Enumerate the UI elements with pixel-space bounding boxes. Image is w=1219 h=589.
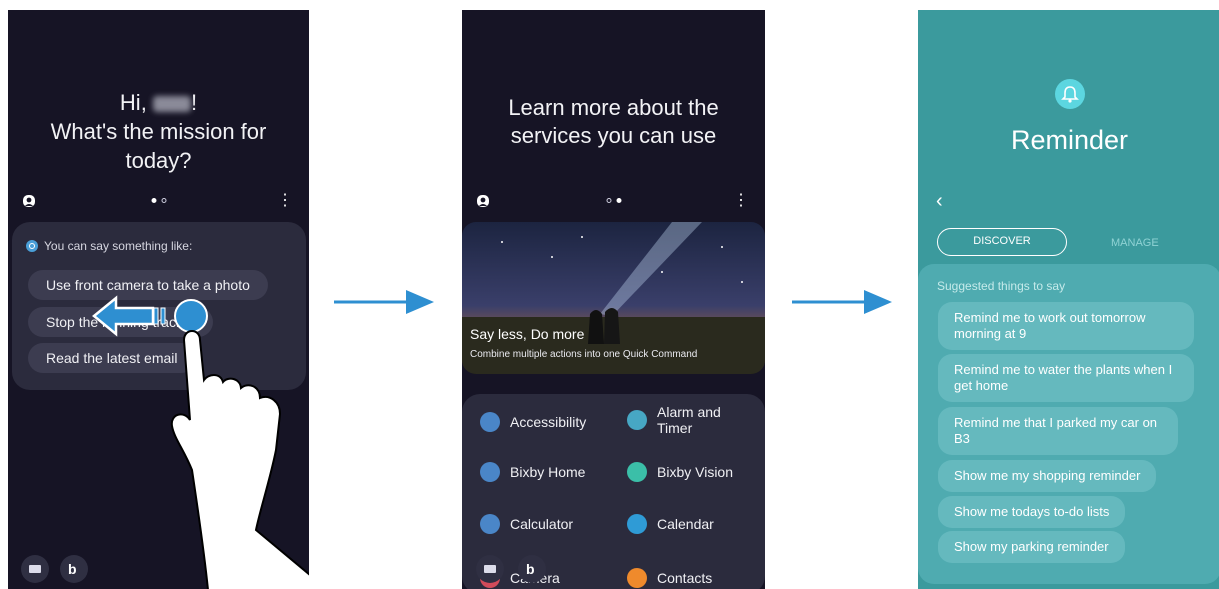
service-label: Bixby Home [510, 464, 586, 480]
phrase-chip[interactable]: Remind me that I parked my car on B3 [938, 407, 1178, 455]
reminder-title: Reminder [1010, 125, 1129, 155]
suggested-title: Suggested things to say [937, 279, 1066, 293]
services-list: Accessibility Alarm and Timer Bixby Home… [462, 394, 765, 589]
arrow-right-icon [406, 290, 434, 314]
more-options-icon[interactable]: ⋮ [733, 192, 749, 210]
services-title-line2: services you can use [510, 123, 717, 148]
bixby-vision-icon [627, 462, 647, 482]
accessibility-icon [480, 412, 500, 432]
alarm-clock-icon [627, 410, 647, 430]
suggested-phrases-card: Suggested things to say Remind me to wor… [918, 264, 1219, 584]
calculator-icon [480, 514, 500, 534]
service-label: Alarm and Timer [657, 404, 721, 436]
service-bixby-home[interactable]: Bixby Home [480, 462, 585, 482]
keyboard-icon [484, 565, 496, 573]
touch-point-icon [174, 299, 208, 333]
tab-discover[interactable]: DISCOVER [937, 228, 1067, 256]
bixby-voice-button[interactable]: b [518, 555, 546, 583]
contacts-icon [627, 568, 647, 588]
quick-command-banner[interactable]: Say less, Do more Combine multiple actio… [462, 222, 765, 374]
top-bar: ⋮ [462, 192, 765, 212]
service-label: Bixby Vision [657, 464, 734, 480]
phrase-chip[interactable]: Show me todays to-do lists [938, 496, 1126, 528]
transition-arrow-1 [334, 290, 434, 314]
swipe-left-arrow-icon [92, 295, 166, 337]
service-accessibility[interactable]: Accessibility [480, 412, 586, 432]
service-label: Contacts [657, 570, 713, 586]
keyboard-button[interactable] [476, 555, 504, 583]
phrase-chip[interactable]: Remind me to work out tomorrow morning a… [938, 302, 1194, 350]
hand-pointer-icon [170, 330, 309, 589]
banner-title: Say less, Do more [470, 326, 585, 342]
services-title-line1: Learn more about the [508, 95, 719, 120]
phrase-chip[interactable]: Remind me to water the plants when I get… [938, 354, 1194, 402]
service-calculator[interactable]: Calculator [480, 514, 573, 534]
service-calendar[interactable]: Calendar [627, 514, 714, 534]
service-bixby-vision[interactable]: Bixby Vision [627, 462, 733, 482]
profile-icon[interactable] [476, 194, 490, 208]
services-title: Learn more about the services you can us… [462, 94, 765, 150]
phrase-chip[interactable]: Show my parking reminder [938, 531, 1125, 563]
services-screen: Learn more about the services you can us… [462, 10, 765, 589]
phrase-chip[interactable]: Show me my shopping reminder [938, 460, 1157, 492]
arrow-right-icon [864, 290, 892, 314]
service-label: Calendar [657, 516, 714, 532]
reminder-bell-icon [1055, 79, 1085, 109]
page-indicator [606, 198, 621, 203]
page-dot-2 [616, 198, 621, 203]
service-alarm-timer[interactable]: Alarm and Timer [627, 404, 757, 436]
back-chevron-icon[interactable]: ‹ [936, 190, 943, 213]
transition-arrow-2 [792, 290, 892, 314]
tab-manage[interactable]: MANAGE [1111, 237, 1159, 249]
bixby-b-icon: b [526, 561, 535, 577]
service-label: Calculator [510, 516, 574, 532]
service-label: Accessibility [510, 414, 587, 430]
reminder-screen: Reminder ‹ DISCOVER MANAGE Suggested thi… [918, 10, 1219, 589]
service-contacts[interactable]: Contacts [627, 568, 712, 588]
bixby-home-screen: Hi, ! What's the mission for today? ⋮ Yo… [8, 10, 309, 589]
bixby-home-icon [480, 462, 500, 482]
page-dot-1 [606, 198, 611, 203]
swipe-gesture-illustration [92, 295, 309, 589]
calendar-icon [627, 514, 647, 534]
banner-subtitle: Combine multiple actions into one Quick … [470, 349, 698, 360]
